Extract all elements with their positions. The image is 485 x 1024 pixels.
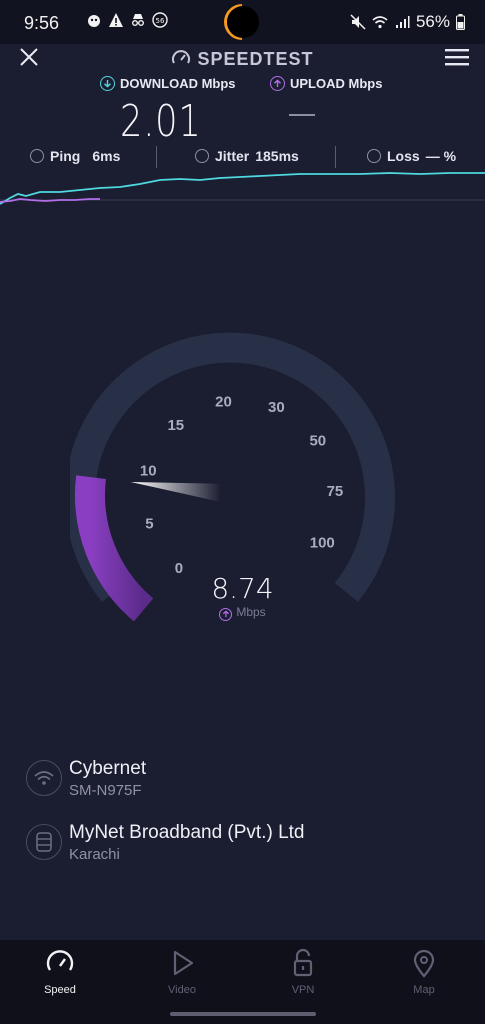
- nav-speed[interactable]: Speed: [20, 948, 100, 996]
- download-label: DOWNLOAD Mbps: [100, 76, 236, 91]
- gauge-tick-label: 5: [145, 516, 153, 533]
- signal-icon: [395, 16, 410, 28]
- loss-label: Loss: [387, 148, 420, 164]
- gauge-tick-label: 15: [167, 417, 184, 434]
- upload-value: [289, 114, 315, 116]
- gauge-unit-text: Mbps: [236, 605, 266, 619]
- speedometer-logo-icon: [172, 50, 191, 64]
- mute-icon: [350, 14, 366, 30]
- jitter-icon: [195, 149, 209, 163]
- map-pin-icon: [413, 949, 435, 978]
- jitter-label: Jitter: [215, 148, 250, 164]
- network-info: Cybernet SM-N975F: [26, 758, 146, 799]
- stat-divider: [335, 146, 336, 168]
- notification-count-icon: 56: [152, 12, 168, 28]
- device-name: SM-N975F: [69, 782, 142, 799]
- nav-vpn[interactable]: VPN: [263, 948, 343, 996]
- loss-value: — %: [425, 148, 457, 164]
- gauge-tick-label: 50: [309, 433, 326, 450]
- incognito-icon: [132, 14, 144, 26]
- upload-arrow-icon: [270, 76, 285, 91]
- throughput-graph: [0, 172, 485, 205]
- svg-text:56: 56: [156, 17, 165, 25]
- status-bar: 9:56 56 56%: [0, 0, 485, 48]
- ping-icon: [30, 149, 44, 163]
- nav-speed-label: Speed: [44, 984, 76, 996]
- battery-percent: 56%: [415, 12, 450, 31]
- nav-video[interactable]: Video: [142, 948, 222, 996]
- upload-label: UPLOAD Mbps: [270, 76, 382, 91]
- nav-vpn-label: VPN: [291, 984, 315, 996]
- server-icon: [26, 824, 62, 860]
- gauge-tick-label: 10: [140, 462, 157, 479]
- gauge-tick-label: 30: [268, 399, 285, 416]
- home-indicator: [170, 1012, 316, 1016]
- lock-icon: [293, 948, 313, 977]
- jitter-value: 185ms: [255, 148, 299, 164]
- gauge-track: [70, 332, 395, 602]
- speedometer-icon: [46, 950, 74, 971]
- gauge-tick-label: 20: [215, 393, 232, 410]
- nav-map[interactable]: Map: [384, 948, 464, 996]
- ping-value: 6ms: [92, 148, 121, 164]
- provider-info: MyNet Broadband (Pvt.) Ltd Karachi: [26, 822, 305, 863]
- status-time: 9:56: [24, 13, 60, 33]
- loss-icon: [367, 149, 381, 163]
- network-name: Cybernet: [69, 758, 147, 779]
- status-icons: 56: [86, 12, 168, 28]
- gauge-tick-label: 75: [327, 483, 344, 500]
- ping-stat: Ping 6ms: [30, 148, 120, 164]
- upload-label-text: UPLOAD Mbps: [290, 76, 383, 91]
- download-arrow-icon: [100, 76, 115, 91]
- wifi-icon: [26, 760, 62, 796]
- play-icon: [173, 950, 194, 976]
- top-bar: SPEEDTEST: [0, 44, 485, 72]
- upload-arrow-icon: [219, 607, 233, 621]
- status-right: 56%: [350, 12, 465, 32]
- download-value: 2.01: [120, 96, 202, 147]
- wifi-icon: [372, 16, 388, 29]
- app-title: SPEEDTEST: [0, 48, 485, 70]
- menu-icon[interactable]: [445, 48, 469, 66]
- provider-location: Karachi: [69, 846, 120, 863]
- provider-name: MyNet Broadband (Pvt.) Ltd: [69, 822, 305, 843]
- download-label-text: DOWNLOAD Mbps: [120, 76, 236, 91]
- stat-divider: [156, 146, 157, 168]
- warning-icon: [109, 13, 123, 27]
- app-notification-icon: [88, 15, 100, 27]
- gauge-needle: [130, 481, 222, 502]
- gauge-tick-label: 100: [310, 535, 335, 552]
- ping-label: Ping: [50, 148, 81, 164]
- app-title-text: SPEEDTEST: [197, 49, 314, 69]
- loss-stat: Loss — %: [367, 148, 456, 164]
- camera-cutout: [227, 6, 259, 38]
- jitter-stat: Jitter 185ms: [195, 148, 299, 164]
- nav-video-label: Video: [168, 984, 196, 996]
- battery-icon: [456, 14, 465, 30]
- gauge-unit: Mbps: [0, 605, 485, 621]
- stats-row: Ping 6ms Jitter 185ms Loss — %: [0, 146, 485, 170]
- gauge-value: 8.74: [211, 572, 274, 605]
- nav-map-label: Map: [413, 984, 435, 996]
